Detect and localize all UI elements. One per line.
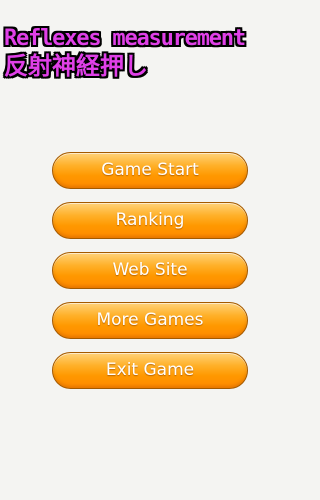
main-menu: Game Start Ranking Web Site More Games E… — [52, 152, 248, 402]
game-start-button[interactable]: Game Start — [52, 152, 248, 189]
web-site-button[interactable]: Web Site — [52, 252, 248, 289]
more-games-button[interactable]: More Games — [52, 302, 248, 339]
ranking-button[interactable]: Ranking — [52, 202, 248, 239]
game-title: Reflexes measurement 反射神経押し — [4, 26, 296, 80]
exit-game-button[interactable]: Exit Game — [52, 352, 248, 389]
title-english: Reflexes measurement — [4, 26, 246, 51]
title-japanese: 反射神経押し — [4, 52, 148, 80]
